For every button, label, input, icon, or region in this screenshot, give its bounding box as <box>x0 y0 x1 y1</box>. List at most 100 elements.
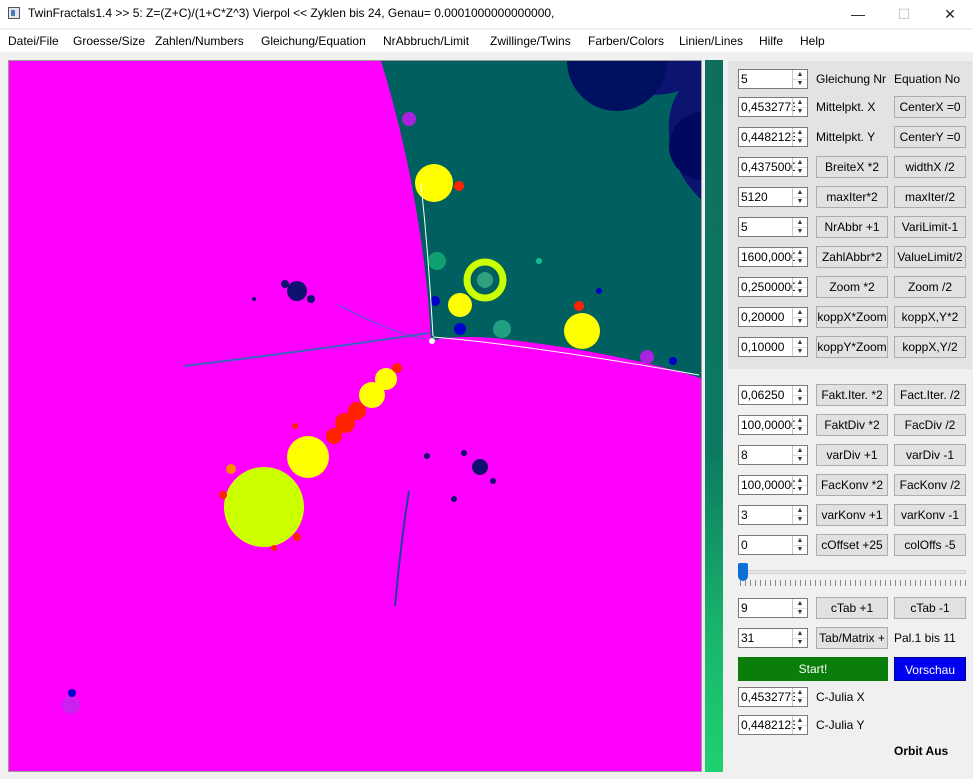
spinner-arrows[interactable]: ▲ ▼ <box>792 98 807 116</box>
spin-down-icon[interactable]: ▼ <box>793 167 807 176</box>
kopp-y-input[interactable] <box>739 338 795 356</box>
spin-down-icon[interactable]: ▼ <box>793 425 807 434</box>
spinner-arrows[interactable]: ▲ ▼ <box>792 536 807 554</box>
kopp-x-zoom-button[interactable]: koppX*Zoom <box>816 306 888 328</box>
center-y-input[interactable] <box>739 128 795 146</box>
var-div-spinbox[interactable]: ▲▼ <box>738 445 808 465</box>
spinner-arrows[interactable]: ▲ ▼ <box>792 70 807 88</box>
c-julia-y-input[interactable] <box>739 716 795 734</box>
spinner-arrows[interactable]: ▲ ▼ <box>792 218 807 236</box>
equation-nr-spinbox[interactable]: ▲▼ <box>738 69 808 89</box>
var-konv-plus1-button[interactable]: varKonv +1 <box>816 504 888 526</box>
var-div-minus1-button[interactable]: varDiv -1 <box>894 444 966 466</box>
kopp-y-spinbox[interactable]: ▲▼ <box>738 337 808 357</box>
fact-iter-div2-button[interactable]: Fact.Iter. /2 <box>894 384 966 406</box>
spinner-arrows[interactable]: ▲ ▼ <box>792 128 807 146</box>
kopp-xy-times2-button[interactable]: koppX,Y*2 <box>894 306 966 328</box>
color-offset-slider[interactable] <box>738 570 966 574</box>
kopp-x-input[interactable] <box>739 308 795 326</box>
menu-numbers[interactable]: Zahlen/Numbers <box>155 34 244 48</box>
tab-matrix-plus-button[interactable]: Tab/Matrix + <box>816 627 888 649</box>
maximize-button[interactable]: ☐ <box>881 0 927 28</box>
spin-down-icon[interactable]: ▼ <box>793 515 807 524</box>
max-iter-input[interactable] <box>739 188 795 206</box>
kopp-y-zoom-button[interactable]: koppY*Zoom <box>816 336 888 358</box>
spin-down-icon[interactable]: ▼ <box>793 197 807 206</box>
max-iter-div2-button[interactable]: maxIter/2 <box>894 186 966 208</box>
menu-file[interactable]: Datei/File <box>8 34 59 48</box>
slider-thumb[interactable] <box>738 563 748 581</box>
spin-down-icon[interactable]: ▼ <box>793 608 807 617</box>
width-times2-button[interactable]: BreiteX *2 <box>816 156 888 178</box>
spin-down-icon[interactable]: ▼ <box>793 317 807 326</box>
fac-konv-spinbox[interactable]: ▲▼ <box>738 475 808 495</box>
nr-abbr-spinbox[interactable]: ▲▼ <box>738 217 808 237</box>
spin-down-icon[interactable]: ▼ <box>793 638 807 647</box>
vari-limit-minus1-button[interactable]: VariLimit-1 <box>894 216 966 238</box>
spinner-arrows[interactable]: ▲ ▼ <box>792 386 807 404</box>
start-button[interactable]: Start! <box>738 657 888 681</box>
fakt-iter-input[interactable] <box>739 386 795 404</box>
center-x-zero-button[interactable]: CenterX =0 <box>894 96 966 118</box>
width-input[interactable] <box>739 158 795 176</box>
center-y-zero-button[interactable]: CenterY =0 <box>894 126 966 148</box>
spin-down-icon[interactable]: ▼ <box>793 347 807 356</box>
tab-matrix-input[interactable] <box>739 629 795 647</box>
col-offs-minus5-button[interactable]: colOffs -5 <box>894 534 966 556</box>
menu-size[interactable]: Groesse/Size <box>73 34 145 48</box>
spin-down-icon[interactable]: ▼ <box>793 455 807 464</box>
fakt-div-spinbox[interactable]: ▲▼ <box>738 415 808 435</box>
minimize-button[interactable]: — <box>835 0 881 28</box>
menu-lines[interactable]: Linien/Lines <box>679 34 743 48</box>
c-julia-x-input[interactable] <box>739 688 795 706</box>
c-julia-y-spinbox[interactable]: ▲▼ <box>738 715 808 735</box>
c-offset-input[interactable] <box>739 536 795 554</box>
menu-limit[interactable]: NrAbbruch/Limit <box>383 34 469 48</box>
spinner-arrows[interactable]: ▲ ▼ <box>792 446 807 464</box>
fac-div-div2-button[interactable]: FacDiv /2 <box>894 414 966 436</box>
center-x-input[interactable] <box>739 98 795 116</box>
zoom-spinbox[interactable]: ▲▼ <box>738 277 808 297</box>
zoom-div2-button[interactable]: Zoom /2 <box>894 276 966 298</box>
fakt-iter-spinbox[interactable]: ▲▼ <box>738 385 808 405</box>
fakt-iter-times2-button[interactable]: Fakt.Iter. *2 <box>816 384 888 406</box>
spin-down-icon[interactable]: ▼ <box>793 395 807 404</box>
width-spinbox[interactable]: ▲▼ <box>738 157 808 177</box>
spinner-arrows[interactable]: ▲ ▼ <box>792 599 807 617</box>
fakt-div-input[interactable] <box>739 416 795 434</box>
spinner-arrows[interactable]: ▲ ▼ <box>792 158 807 176</box>
kopp-xy-div2-button[interactable]: koppX,Y/2 <box>894 336 966 358</box>
menu-colors[interactable]: Farben/Colors <box>588 34 664 48</box>
fac-konv-input[interactable] <box>739 476 795 494</box>
c-tab-minus1-button[interactable]: cTab -1 <box>894 597 966 619</box>
spinner-arrows[interactable]: ▲ ▼ <box>792 188 807 206</box>
var-konv-minus1-button[interactable]: varKonv -1 <box>894 504 966 526</box>
fractal-canvas[interactable] <box>8 60 702 772</box>
spinner-arrows[interactable]: ▲ ▼ <box>792 506 807 524</box>
spinner-arrows[interactable]: ▲ ▼ <box>792 248 807 266</box>
nr-abbr-plus1-button[interactable]: NrAbbr +1 <box>816 216 888 238</box>
spin-down-icon[interactable]: ▼ <box>793 725 807 734</box>
zoom-input[interactable] <box>739 278 795 296</box>
c-offset-spinbox[interactable]: ▲▼ <box>738 535 808 555</box>
zahl-abbr-input[interactable] <box>739 248 795 266</box>
spin-down-icon[interactable]: ▼ <box>793 545 807 554</box>
spin-down-icon[interactable]: ▼ <box>793 485 807 494</box>
zahl-abbr-times2-button[interactable]: ZahlAbbr*2 <box>816 246 888 268</box>
c-julia-x-spinbox[interactable]: ▲▼ <box>738 687 808 707</box>
zoom-times2-button[interactable]: Zoom *2 <box>816 276 888 298</box>
var-div-plus1-button[interactable]: varDiv +1 <box>816 444 888 466</box>
spin-down-icon[interactable]: ▼ <box>793 257 807 266</box>
menu-hilfe[interactable]: Hilfe <box>759 34 783 48</box>
fakt-div-times2-button[interactable]: FaktDiv *2 <box>816 414 888 436</box>
close-button[interactable]: ✕ <box>927 0 973 28</box>
spinner-arrows[interactable]: ▲ ▼ <box>792 416 807 434</box>
nr-abbr-input[interactable] <box>739 218 795 236</box>
fac-konv-div2-button[interactable]: FacKonv /2 <box>894 474 966 496</box>
menu-equation[interactable]: Gleichung/Equation <box>261 34 366 48</box>
spinner-arrows[interactable]: ▲ ▼ <box>792 338 807 356</box>
spinner-arrows[interactable]: ▲ ▼ <box>792 278 807 296</box>
spin-down-icon[interactable]: ▼ <box>793 287 807 296</box>
c-tab-spinbox[interactable]: ▲▼ <box>738 598 808 618</box>
max-iter-spinbox[interactable]: ▲▼ <box>738 187 808 207</box>
